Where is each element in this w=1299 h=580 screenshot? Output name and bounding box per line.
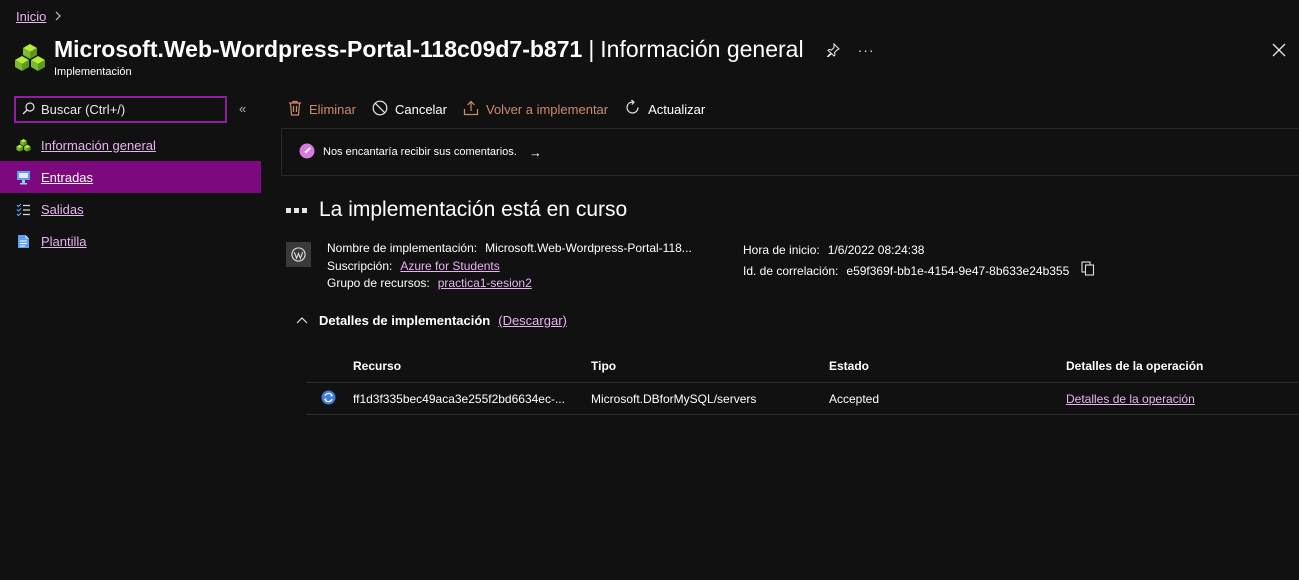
upload-icon <box>463 100 479 119</box>
deployment-details-title: Detalles de implementación <box>319 313 491 328</box>
chevron-up-icon[interactable] <box>296 315 308 327</box>
arrow-right-icon: → <box>528 144 542 160</box>
copy-icon[interactable] <box>1081 261 1095 283</box>
outputs-icon <box>16 202 31 217</box>
inputs-icon <box>16 170 31 185</box>
close-icon[interactable] <box>1269 40 1289 60</box>
delete-button[interactable]: Eliminar <box>288 100 356 119</box>
title-separator: | <box>588 36 595 62</box>
redeploy-button[interactable]: Volver a implementar <box>463 100 608 119</box>
column-operation-details: Detalles de la operación <box>1066 359 1204 373</box>
resource-name: ff1d3f335bec49aca3e255f2bd6634ec-... <box>353 391 565 406</box>
resource-group-label: Grupo de recursos: <box>327 276 430 290</box>
refresh-icon <box>624 99 641 119</box>
correlation-id-value: e59f369f-bb1e-4154-9e47-8b633e24b355 <box>846 264 1070 279</box>
deployment-icon <box>16 138 31 153</box>
operation-details-link[interactable]: Detalles de la operación <box>1066 392 1195 406</box>
deployment-details-header[interactable]: Detalles de implementación (Descargar) <box>296 313 567 328</box>
start-time-label: Hora de inicio: <box>743 243 820 257</box>
breadcrumb-home-link[interactable]: Inicio <box>16 9 46 24</box>
sidebar-item-template[interactable]: Plantilla <box>0 225 261 257</box>
command-bar: Eliminar Cancelar Volver a implementar A… <box>288 98 721 120</box>
breadcrumb: Inicio <box>16 9 62 24</box>
resource-type: Microsoft.DBforMySQL/servers <box>591 391 757 406</box>
column-type: Tipo <box>591 359 617 373</box>
subscription-label: Suscripción: <box>327 258 393 273</box>
status-title: La implementación está en curso <box>319 198 628 221</box>
collapse-sidebar-icon[interactable]: « <box>239 101 246 116</box>
feedback-banner[interactable]: Nos encantaría recibir sus comentarios. … <box>281 128 1299 176</box>
page-subtitle: Implementación <box>54 66 132 78</box>
deployment-status: La implementación está en curso <box>286 198 627 222</box>
sidebar-item-label: Información general <box>41 137 156 153</box>
page-section-title: Información general <box>600 36 804 62</box>
search-icon <box>22 101 35 118</box>
search-input[interactable] <box>41 102 221 117</box>
start-time-value: 1/6/2022 08:24:38 <box>827 243 925 257</box>
sidebar-item-label: Salidas <box>41 201 84 217</box>
search-box[interactable] <box>14 96 227 123</box>
pin-icon[interactable] <box>826 42 840 57</box>
refresh-button[interactable]: Actualizar <box>624 99 705 119</box>
chevron-right-icon <box>54 10 62 24</box>
resource-status: Accepted <box>829 391 880 406</box>
mysql-server-icon <box>307 390 353 408</box>
cancel-button[interactable]: Cancelar <box>372 100 447 119</box>
download-link[interactable]: (Descargar) <box>498 313 567 328</box>
sidebar-item-outputs[interactable]: Salidas <box>0 193 261 225</box>
table-header: Recurso Tipo Estado Detalles de la opera… <box>307 350 1299 383</box>
trash-icon <box>288 100 302 119</box>
wordpress-icon <box>286 242 311 267</box>
resource-group-link[interactable]: practica1-sesion2 <box>438 276 532 290</box>
refresh-label: Actualizar <box>648 101 706 117</box>
rocket-icon <box>299 143 315 162</box>
sidebar-item-inputs[interactable]: Entradas <box>0 161 261 193</box>
sidebar-item-label: Entradas <box>41 169 94 185</box>
page-header: Microsoft.Web-Wordpress-Portal-118c09d7-… <box>14 36 875 78</box>
sidebar-item-label: Plantilla <box>41 233 87 249</box>
cancel-icon <box>372 100 388 119</box>
page-title: Microsoft.Web-Wordpress-Portal-118c09d7-… <box>54 36 583 62</box>
deployment-info-right: Hora de inicio: 1/6/2022 08:24:38 Id. de … <box>743 240 1095 283</box>
correlation-id-label: Id. de correlación: <box>743 264 839 279</box>
table-row: ff1d3f335bec49aca3e255f2bd6634ec-... Mic… <box>307 383 1299 415</box>
column-status: Estado <box>829 359 870 373</box>
deployment-name-label: Nombre de implementación: <box>327 241 478 255</box>
sidebar-item-overview[interactable]: Información general <box>0 129 261 161</box>
column-resource: Recurso <box>353 359 402 373</box>
deployment-resource-icon <box>14 42 46 74</box>
template-icon <box>16 234 31 249</box>
sidebar-nav: Información general Entradas Salidas Pla… <box>0 129 261 257</box>
redeploy-label: Volver a implementar <box>486 101 609 117</box>
in-progress-icon <box>286 207 307 213</box>
deployment-info-left: Nombre de implementación: Microsoft.Web-W… <box>327 240 692 293</box>
delete-label: Eliminar <box>309 101 356 117</box>
deployment-name-value: Microsoft.Web-Wordpress-Portal-118... <box>485 241 692 255</box>
deployment-details-table: Recurso Tipo Estado Detalles de la opera… <box>307 350 1299 415</box>
feedback-text: Nos encantaría recibir sus comentarios. <box>323 146 517 158</box>
subscription-link[interactable]: Azure for Students <box>400 259 499 273</box>
cancel-label: Cancelar <box>394 101 447 117</box>
more-options-icon[interactable]: ··· <box>858 42 875 58</box>
